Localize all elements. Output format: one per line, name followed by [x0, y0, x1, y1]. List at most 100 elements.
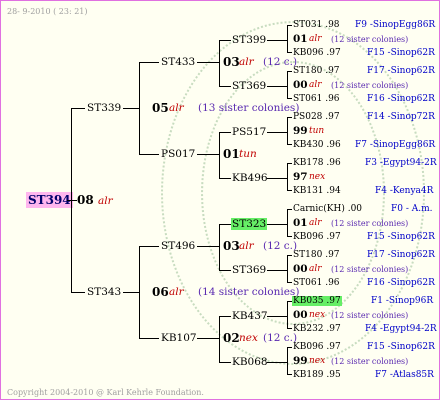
connector — [267, 316, 287, 317]
gen4-bot[interactable]: KB430 .96 — [293, 139, 341, 151]
gen4-mid-mark: alr — [309, 34, 322, 44]
gen1-name[interactable]: ST343 — [87, 286, 121, 298]
gen4-bot[interactable]: KB232 .97 — [293, 323, 341, 335]
gen4-bot[interactable]: KB096 .97 — [293, 47, 341, 59]
gen3-name[interactable]: ST369 — [232, 264, 266, 276]
gen2-name[interactable]: PS017 — [161, 148, 195, 160]
gen4-mid-mark: tun — [309, 126, 325, 136]
gen4-mid-mark: alr — [309, 80, 322, 90]
gen4-bot[interactable]: KB131 .94 — [293, 185, 341, 197]
gen4-bot[interactable]: KB096 .97 — [293, 231, 341, 243]
gen4-top[interactable]: Carnic(KH) .00 — [293, 203, 362, 215]
gen4-top[interactable]: KB096 .97 — [293, 341, 341, 353]
gen4-top[interactable]: ST180 .97 — [293, 65, 340, 77]
connector — [267, 132, 287, 133]
connector — [287, 209, 292, 210]
connector — [287, 71, 288, 98]
gen4-bot[interactable]: ST061 .96 — [293, 277, 340, 289]
connector — [71, 108, 72, 293]
connector — [197, 154, 219, 155]
gen2-name[interactable]: ST496 — [161, 240, 195, 252]
gen4-mid-note: (12 sister colonies) — [331, 311, 409, 320]
connector — [219, 316, 231, 317]
gen4-top-source: F0 - A.m. — [391, 204, 433, 214]
gen2-name[interactable]: ST433 — [161, 56, 195, 68]
connector — [287, 255, 288, 282]
gen4-mid-note: (12 sister colonies) — [331, 265, 409, 274]
gen2-mark: alr — [239, 240, 254, 252]
gen1-name[interactable]: ST339 — [87, 102, 121, 114]
gen3-name[interactable]: KB496 — [232, 172, 268, 184]
gen2-mark: tun — [239, 148, 257, 160]
gen4-bot-source: F15 -Sinop62R — [367, 232, 435, 242]
gen4-mid-mark: alr — [309, 264, 322, 274]
gen2-gen: 03 — [223, 55, 240, 69]
connector — [139, 246, 140, 339]
gen4-mid-note: (12 sister colonies) — [331, 81, 409, 90]
gen4-top[interactable]: PS028 .97 — [293, 111, 340, 123]
gen2-name[interactable]: KB107 — [161, 332, 197, 344]
gen4-top-source: F14 -Sinop72R — [367, 112, 435, 122]
gen3-name[interactable]: ST399 — [232, 34, 266, 46]
connector — [287, 347, 288, 374]
gen4-mid-gen: 01 — [293, 33, 308, 45]
connector — [139, 246, 159, 247]
gen4-top-source: F17 -Sinop62R — [367, 66, 435, 76]
connector — [123, 292, 139, 293]
gen4-bot[interactable]: KB189 .95 — [293, 369, 341, 381]
connector — [71, 292, 85, 293]
pedigree-frame: 28- 9-2010 ( 23: 21) Copyright 2004-2010… — [0, 0, 440, 400]
gen3-name[interactable]: KB437 — [232, 310, 268, 322]
connector — [219, 316, 220, 363]
connector — [123, 108, 139, 109]
connector — [267, 270, 287, 271]
connector — [287, 163, 292, 164]
gen4-top[interactable]: ST031 .98 — [293, 19, 340, 31]
root-node[interactable]: ST394 — [26, 192, 73, 208]
gen3-name[interactable]: ST369 — [232, 80, 266, 92]
gen4-top[interactable]: ST180 .97 — [293, 249, 340, 261]
gen4-mid-mark: nex — [309, 310, 326, 320]
gen4-mid-gen: 00 — [293, 79, 308, 91]
gen1-mark: alr — [169, 102, 184, 114]
connector — [67, 200, 77, 201]
connector — [219, 40, 220, 87]
root-name[interactable]: ST394 — [26, 192, 73, 208]
gen2-gen: 01 — [223, 147, 240, 161]
gen3-name[interactable]: KB068 — [232, 356, 268, 368]
gen4-bot-source: F15 -Sinop62R — [367, 48, 435, 58]
gen3-name-highlighted[interactable]: ST323 — [231, 218, 268, 230]
gen4-bot[interactable]: ST061 .96 — [293, 93, 340, 105]
gen4-mid-mark: alr — [309, 218, 322, 228]
gen4-bot-source: F7 -Atlas85R — [375, 370, 434, 380]
connector — [287, 282, 292, 283]
connector — [287, 255, 292, 256]
root-mark: alr — [98, 195, 113, 207]
gen4-bot-source: F7 -SinopEgg86R — [355, 140, 436, 150]
gen4-mid-note: (12 sister colonies) — [331, 357, 409, 366]
connector — [287, 236, 292, 237]
connector — [219, 224, 220, 271]
gen2-note: (12 c.) — [263, 332, 298, 344]
connector — [219, 178, 231, 179]
gen4-top[interactable]: KB178 .96 — [293, 157, 341, 169]
gen4-mid-gen: 99 — [293, 125, 308, 137]
root-gen: 08 — [77, 193, 94, 207]
gen4-mid-mark: nex — [309, 356, 326, 366]
gen4-mid-mark: nex — [309, 172, 326, 182]
gen2-note: (12 c.) — [263, 240, 298, 252]
connector — [139, 338, 159, 339]
connector — [287, 52, 292, 53]
gen4-top-source: F3 -Egypt94-2R — [365, 158, 437, 168]
connector — [267, 178, 287, 179]
connector — [267, 40, 287, 41]
gen4-mid-gen: 97 — [293, 171, 308, 183]
connector — [197, 62, 219, 63]
date-stamp: 28- 9-2010 ( 23: 21) — [7, 7, 88, 16]
gen4-bot-source: F16 -Sinop62R — [367, 278, 435, 288]
gen4-mid-gen: 01 — [293, 217, 308, 229]
gen4-top-highlighted[interactable]: KB035 .97 — [292, 295, 342, 307]
gen3-name[interactable]: PS517 — [232, 126, 266, 138]
gen4-bot-source: F16 -Sinop62R — [367, 94, 435, 104]
gen4-top-source: F9 -SinopEgg86R — [355, 20, 436, 30]
